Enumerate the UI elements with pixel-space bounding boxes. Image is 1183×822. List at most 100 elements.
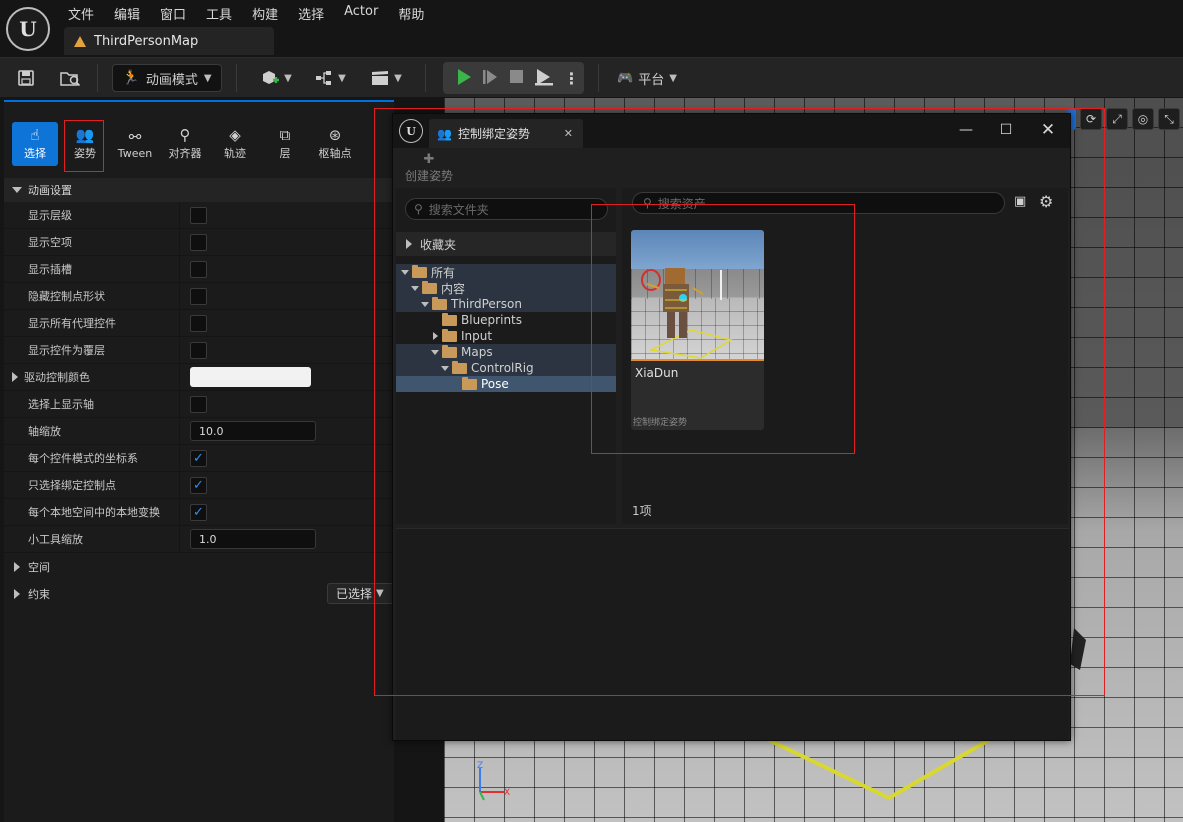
local-transforms-in-each-local-space-checkbox[interactable]: ✓ [190, 503, 207, 521]
mode-selector-button[interactable]: 🏃 动画模式 ▼ [112, 64, 222, 92]
section-header-animation-settings[interactable]: 动画设置 [4, 178, 394, 202]
setting-label: 显示空项 [4, 229, 180, 255]
maximize-viewport-icon[interactable]: ⤢ [1106, 108, 1128, 130]
gamepad-icon: 🎮 [617, 70, 634, 86]
toolbar-divider [97, 64, 98, 92]
expand-arrow-icon [406, 239, 412, 249]
menu-help[interactable]: 帮助 [388, 0, 434, 24]
unreal-logo[interactable]: U [6, 7, 50, 51]
setting-row: 选择上显示轴 [4, 391, 394, 418]
section-constraints[interactable]: 约束 已选择 ▼ [4, 580, 397, 607]
chevron-down-icon: ▼ [669, 72, 677, 84]
tree-label: ControlRig [471, 361, 534, 375]
add-actor-button[interactable]: ▼ [256, 64, 296, 92]
tree-item-thirdperson[interactable]: ThirdPerson [396, 296, 616, 312]
minimize-icon[interactable]: — [953, 118, 979, 142]
tool-pivot[interactable]: ⊛ 枢轴点 [312, 122, 358, 166]
toolbar-divider [425, 64, 426, 92]
toolbar-divider [598, 64, 599, 92]
tree-item-blueprints[interactable]: Blueprints [396, 312, 616, 328]
asset-view-pane: ⚲ 搜索资产 ▣ ⚙ XiaDun 控制绑定姿势 1项 [622, 188, 1068, 524]
tool-pose[interactable]: 👥 姿势 [62, 122, 108, 166]
mode-label: 动画模式 [145, 72, 198, 88]
show-controls-overlay-checkbox[interactable] [190, 341, 207, 359]
step-icon[interactable] [482, 68, 498, 89]
more-options-icon[interactable]: ⋮ [564, 69, 580, 88]
trails-icon: ◈ [229, 126, 241, 144]
menu-tools[interactable]: 工具 [196, 0, 242, 24]
tool-label: 对齐器 [168, 147, 202, 160]
search-icon: ⚲ [643, 196, 652, 210]
platform-button[interactable]: 🎮 平台 ▼ [612, 64, 682, 92]
animation-panel: ☝ 选择 👥 姿势 ⚯ Tween ⚲ 对齐器 ◈ 轨迹 ⧉ 层 ⊛ 枢轴点 动… [4, 100, 397, 822]
play-icon[interactable] [456, 68, 472, 89]
dropdown-value: 已选择 [336, 587, 373, 601]
rotate-icon[interactable]: ⟳ [1080, 108, 1102, 130]
tree-item-pose[interactable]: Pose [396, 376, 616, 392]
constraints-selection-dropdown[interactable]: 已选择 ▼ [327, 583, 397, 604]
folder-view-icon[interactable]: ▣ [1014, 194, 1026, 209]
tab-control-rig-pose[interactable]: 👥 控制绑定姿势 ✕ [429, 119, 583, 148]
save-icon[interactable] [12, 64, 40, 92]
setting-label: 轴缩放 [4, 418, 180, 444]
setting-label: 选择上显示轴 [4, 391, 180, 417]
setting-row: 显示所有代理控件 [4, 310, 394, 337]
hide-control-shapes-checkbox[interactable] [190, 287, 207, 305]
section-space[interactable]: 空间 [4, 553, 394, 580]
menu-edit[interactable]: 编辑 [104, 0, 150, 24]
show-sockets-checkbox[interactable] [190, 260, 207, 278]
setting-label-expandable[interactable]: 驱动控制颜色 [4, 364, 180, 390]
create-pose-button[interactable]: ✚ 创建姿势 [399, 152, 459, 186]
close-icon[interactable]: ✕ [1035, 118, 1061, 142]
gear-icon[interactable]: ⚙ [1039, 192, 1053, 211]
stop-icon[interactable] [508, 68, 524, 89]
gizmo-scale-input[interactable]: 1.0 [190, 529, 316, 549]
tool-trails[interactable]: ◈ 轨迹 [212, 122, 258, 166]
viewport-toolbar: ⟳ ⤢ ◎ ⤡ [1068, 108, 1183, 132]
display-axes-on-selection-checkbox[interactable] [190, 395, 207, 413]
browse-content-icon[interactable] [56, 64, 84, 92]
tree-item-content[interactable]: 内容 [396, 280, 616, 296]
cinematics-button[interactable]: ▼ [366, 64, 406, 92]
show-hierarchy-checkbox[interactable] [190, 206, 207, 224]
tool-select[interactable]: ☝ 选择 [12, 122, 58, 166]
favorites-row[interactable]: 收藏夹 [396, 232, 616, 256]
menu-select[interactable]: 选择 [288, 0, 334, 24]
asset-search-input[interactable]: ⚲ 搜索资产 [632, 192, 1005, 214]
create-pose-icon: ✚ [423, 152, 435, 167]
asset-tile[interactable]: XiaDun 控制绑定姿势 [631, 230, 764, 430]
close-tab-icon[interactable]: ✕ [564, 127, 573, 140]
folder-icon [412, 264, 427, 278]
tree-item-input[interactable]: Input [396, 328, 616, 344]
setting-row: 每个控件模式的坐标系 ✓ [4, 445, 394, 472]
menu-build[interactable]: 构建 [242, 0, 288, 24]
pose-icon: 👥 [75, 126, 95, 144]
show-nulls-checkbox[interactable] [190, 233, 207, 251]
blueprint-button[interactable]: ▼ [310, 64, 350, 92]
setting-label: 显示所有代理控件 [4, 310, 180, 336]
tree-item-maps[interactable]: Maps [396, 344, 616, 360]
tree-item-all[interactable]: 所有 [396, 264, 616, 280]
tab-map[interactable]: ThirdPersonMap [64, 27, 274, 55]
menu-actor[interactable]: Actor [334, 0, 388, 24]
collapse-arrow-icon [401, 269, 409, 275]
running-man-icon: 🏃 [122, 70, 140, 86]
tree-label: 所有 [431, 265, 456, 280]
tool-snapper[interactable]: ⚲ 对齐器 [162, 122, 208, 166]
eject-icon[interactable] [534, 68, 554, 89]
tree-item-controlrig[interactable]: ControlRig [396, 360, 616, 376]
tool-tween[interactable]: ⚯ Tween [112, 122, 158, 166]
globe-icon[interactable]: ◎ [1132, 108, 1154, 130]
show-all-proxies-checkbox[interactable] [190, 314, 207, 332]
asset-thumbnail [631, 230, 764, 360]
menu-file[interactable]: 文件 [58, 0, 104, 24]
only-select-rig-controls-checkbox[interactable]: ✓ [190, 476, 207, 494]
maximize-icon[interactable]: ☐ [993, 118, 1019, 142]
folder-search-input[interactable]: ⚲ 搜索文件夹 [405, 198, 608, 220]
scale-icon[interactable]: ⤡ [1158, 108, 1180, 130]
axis-scale-input[interactable]: 10.0 [190, 421, 316, 441]
drive-color-swatch[interactable] [190, 367, 311, 387]
coordinate-system-per-widget-checkbox[interactable]: ✓ [190, 449, 207, 467]
tool-layers[interactable]: ⧉ 层 [262, 122, 308, 166]
menu-window[interactable]: 窗口 [150, 0, 196, 24]
